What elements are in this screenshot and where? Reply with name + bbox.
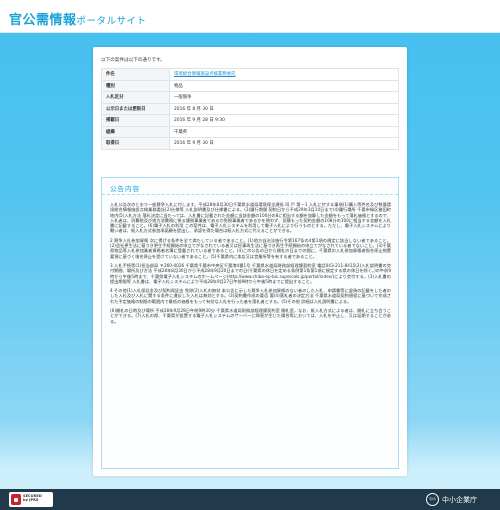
- info-value: 物品: [169, 79, 399, 92]
- notice-paragraph: 2 競争入札参加資格 次に掲げる条件を全て満たしている者であること。(1)地方自…: [110, 237, 391, 259]
- site-footer: SECURED by JPRS 中小 中小企業庁: [0, 489, 500, 510]
- info-value-link[interactable]: 環境総合情報施設点検業務委託: [169, 68, 399, 81]
- info-value: 一般競争: [169, 91, 399, 104]
- info-key: 件名: [101, 68, 170, 81]
- agency-emblem-icon: 中小: [426, 493, 439, 506]
- info-key: 入札区分: [101, 91, 170, 104]
- intro-text: 以下の案件は以下の通りです。: [101, 58, 165, 63]
- notice-header: 公告内容: [102, 178, 398, 195]
- lock-icon: [11, 494, 21, 505]
- info-row: 取得日 2016 年 9 月 30 日: [101, 137, 399, 150]
- info-value: 千葉県: [169, 125, 399, 138]
- notice-paragraph: 3 入札手続等(1)担当部局 〒260-0026 千葉県千葉市中央区千葉港4番1…: [110, 262, 391, 284]
- content-card: 以下の案件は以下の通りです。 件名 環境総合情報施設点検業務委託 種別 物品 入札区分一…: [93, 47, 407, 476]
- notice-paragraph: 入札公告次のとおり一般競争入札に付します。平成28年8月30日千葉県水道局環境保…: [110, 202, 391, 234]
- notice-body: 入札公告次のとおり一般競争入札に付します。平成28年8月30日千葉県水道局環境保…: [110, 202, 391, 464]
- info-row: 件名 環境総合情報施設点検業務委託: [101, 68, 399, 81]
- info-value: 2016 年 9 月 30 日: [169, 137, 399, 150]
- security-seal-text: SECURED by JPRS: [23, 494, 42, 503]
- agency-logo-text: 中小企業庁: [442, 496, 477, 504]
- site-header: 官公需情報ポータルサイト: [0, 0, 500, 33]
- info-key: 種別: [101, 79, 170, 92]
- info-row: 掲載日 2016 年 9 月 28 日 9:30: [101, 114, 399, 127]
- info-row: 公示日または更新日 2016 年 8 月 30 日: [101, 102, 399, 115]
- info-value: 2016 年 8 月 30 日: [169, 102, 399, 115]
- info-value: 2016 年 9 月 28 日 9:30: [169, 114, 399, 127]
- info-key: 取得日: [101, 137, 170, 150]
- info-key: 掲載日: [101, 114, 170, 127]
- info-row: 入札区分 一般競争: [101, 91, 399, 104]
- info-key: 公示日または更新日: [101, 102, 170, 115]
- info-row: 種別 物品: [101, 79, 399, 92]
- notice-title: 公告内容: [110, 185, 140, 193]
- site-title-sub: ポータルサイト: [76, 16, 147, 27]
- site-title-main: 官公需情報: [9, 13, 77, 28]
- notice-paragraph: (6)開札の日時及び場所 平成28年9月28日午前9時30分 千葉県水道局財務部…: [110, 308, 391, 324]
- info-row: 組織 千葉県: [101, 125, 399, 138]
- security-seal[interactable]: SECURED by JPRS: [9, 492, 53, 507]
- agency-logo[interactable]: 中小 中小企業庁: [426, 493, 492, 506]
- notice-paragraph: 4 その他(1)入札保証金及び契約保証金 免除(2)入札の無効 本公告に示した競…: [110, 288, 391, 304]
- site-title[interactable]: 官公需情報ポータルサイト: [9, 9, 147, 28]
- info-key: 組織: [101, 125, 170, 138]
- notice-box: 公告内容 入札公告次のとおり一般競争入札に付します。平成28年8月30日千葉県水…: [101, 177, 399, 469]
- info-table: 件名 環境総合情報施設点検業務委託 種別 物品 入札区分 一般競争 公示日または更新日 201…: [101, 68, 399, 150]
